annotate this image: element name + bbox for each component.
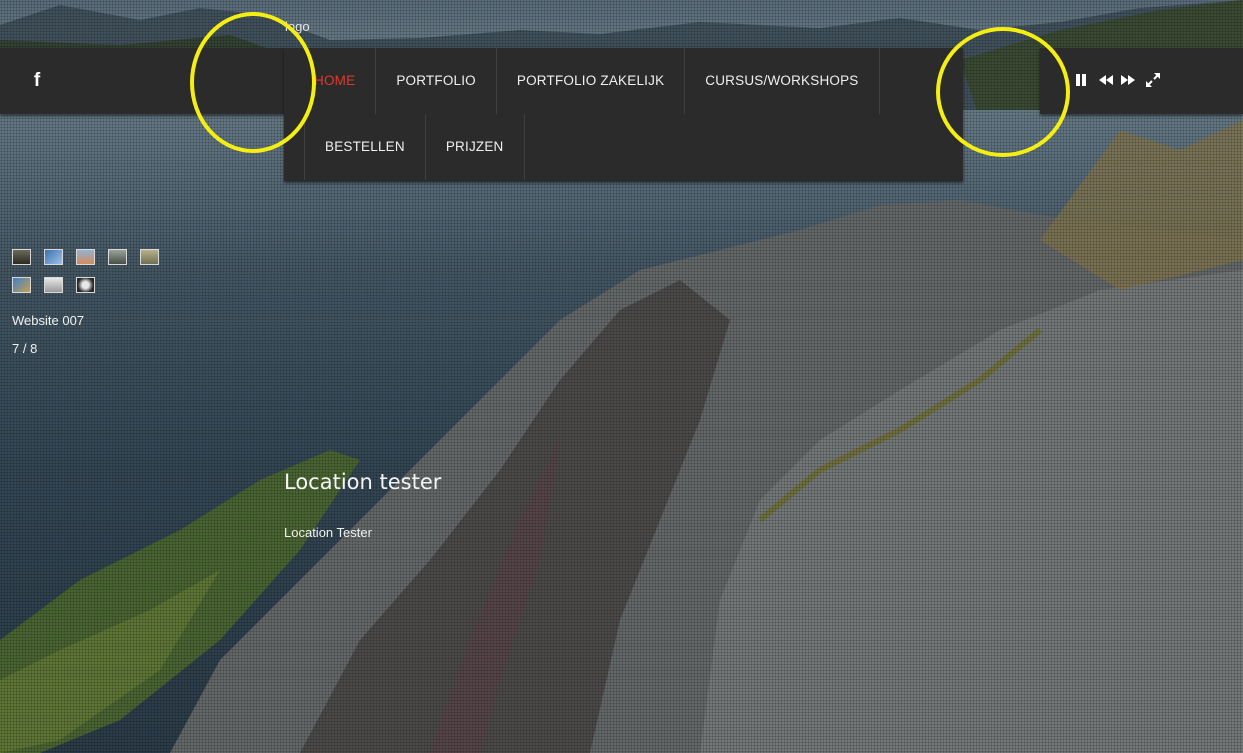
previous-icon[interactable] [1098, 72, 1114, 88]
nav-row-2: BESTELLEN PRIJZEN [304, 114, 525, 180]
main-navigation: HOME PORTFOLIO PORTFOLIO ZAKELIJK CURSUS… [284, 48, 963, 181]
caption-text: Location Tester [284, 525, 372, 540]
nav-item-portfolio[interactable]: PORTFOLIO [376, 48, 497, 114]
thumbnail[interactable] [108, 249, 127, 265]
highlight-circle [190, 12, 316, 153]
slideshow-controls [1040, 48, 1243, 114]
slide-counter: 7 / 8 [12, 341, 38, 356]
next-icon[interactable] [1120, 72, 1136, 88]
thumbnail[interactable] [44, 277, 63, 293]
thumbnail[interactable] [12, 249, 31, 265]
thumbnail[interactable] [76, 277, 95, 293]
thumbnail[interactable] [12, 277, 31, 293]
slide-title: Website 007 [12, 313, 85, 328]
thumbnail[interactable] [76, 249, 95, 265]
pause-icon[interactable] [1073, 72, 1089, 88]
thumbnail[interactable] [140, 249, 159, 265]
thumbnail[interactable] [44, 249, 63, 265]
fullscreen-icon[interactable] [1145, 72, 1161, 88]
nav-item-portfolio-zakelijk[interactable]: PORTFOLIO ZAKELIJK [497, 48, 686, 114]
caption-title: Location tester [284, 470, 442, 494]
facebook-icon[interactable]: f [30, 70, 44, 92]
highlight-circle [936, 27, 1070, 157]
nav-item-bestellen[interactable]: BESTELLEN [304, 114, 426, 180]
nav-item-cursus-workshops[interactable]: CURSUS/WORKSHOPS [685, 48, 880, 114]
nav-row-1: HOME PORTFOLIO PORTFOLIO ZAKELIJK CURSUS… [284, 48, 880, 114]
nav-item-prijzen[interactable]: PRIJZEN [426, 114, 525, 180]
